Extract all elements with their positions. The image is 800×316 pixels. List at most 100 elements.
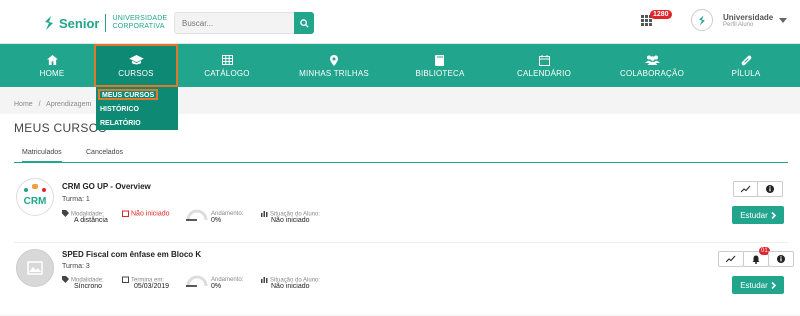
menu-item-relatorio[interactable]: RELATÓRIO — [98, 118, 143, 129]
nav-item-calendario[interactable]: CALENDÁRIO — [508, 44, 580, 87]
calendar-icon — [538, 54, 550, 66]
table-icon — [221, 55, 233, 65]
brand-subtitle: UNIVERSIDADE CORPORATIVA — [112, 15, 167, 31]
menu-item-historico[interactable]: HISTÓRICO — [98, 104, 141, 115]
search-button[interactable] — [294, 12, 314, 34]
nav-item-colaboracao[interactable]: COLABORAÇÃO — [614, 44, 690, 87]
senior-logo-icon — [45, 16, 53, 30]
tag-icon — [62, 210, 69, 217]
termina-field: Termina em: 05/03/2019 — [122, 276, 169, 290]
tab-cancelados[interactable]: Cancelados — [86, 149, 123, 156]
bell-icon — [752, 255, 760, 264]
andamento-field: Andamento: 0% — [211, 276, 243, 290]
modalidade-value: Síncrono — [74, 283, 103, 291]
nav-label: MINHAS TRILHAS — [299, 69, 369, 78]
crm-logo-icon: CRM — [19, 181, 51, 213]
notification-count-badge: 1280 — [650, 10, 672, 19]
nav-label: HOME — [39, 69, 65, 78]
nav-label: CATÁLOGO — [204, 69, 250, 78]
course-logo — [16, 249, 54, 287]
gauge-arc — [186, 209, 208, 221]
bar-chart-icon — [261, 211, 268, 217]
situacao-value: Não iniciado — [271, 283, 310, 291]
course-turma: Turma: 3 — [62, 263, 90, 270]
logo-divider — [105, 14, 107, 32]
users-icon — [644, 55, 660, 65]
brand-subtitle-line2: CORPORATIVA — [112, 23, 165, 30]
notifications-bell-button[interactable]: 01 — [743, 247, 770, 267]
breadcrumb: Home / Aprendizagem — [14, 101, 91, 108]
nav-item-catalogo[interactable]: CATÁLOGO — [195, 44, 259, 87]
situacao-field: Situação do Aluno: Não iniciado — [261, 276, 320, 290]
andamento-value: 0% — [211, 217, 222, 224]
stats-button[interactable] — [718, 251, 744, 267]
user-menu[interactable]: Universidade Perfil Aluno — [691, 9, 788, 31]
tag-icon — [62, 276, 69, 283]
nav-item-minhas-trilhas[interactable]: MINHAS TRILHAS — [292, 44, 376, 87]
book-icon — [435, 54, 444, 66]
info-icon — [766, 185, 774, 193]
brand-name: Senior — [59, 15, 100, 31]
course-turma: Turma: 1 — [62, 196, 90, 203]
study-button[interactable]: Estudar — [732, 276, 784, 294]
info-button[interactable] — [768, 251, 794, 267]
andamento-value: 0% — [211, 283, 222, 290]
brand-subtitle-line1: UNIVERSIDADE — [112, 15, 168, 22]
progress-gauge — [186, 208, 208, 221]
stats-button[interactable] — [733, 181, 759, 197]
info-button[interactable] — [757, 181, 783, 197]
course-title[interactable]: CRM GO UP - Overview — [62, 182, 151, 191]
graduation-cap-icon — [128, 55, 144, 65]
study-button[interactable]: Estudar — [732, 206, 784, 224]
calendar-icon — [122, 276, 129, 283]
user-profile: Perfil Aluno — [723, 21, 754, 28]
nav-label: COLABORAÇÃO — [620, 69, 684, 78]
nav-item-biblioteca[interactable]: BIBLIOTECA — [408, 44, 472, 87]
info-icon — [777, 255, 785, 263]
map-marker-icon — [330, 54, 338, 66]
breadcrumb-home[interactable]: Home — [14, 101, 33, 108]
nav-item-cursos[interactable]: CURSOS — [94, 44, 178, 87]
course-title[interactable]: SPED Fiscal com ênfase em Bloco K — [62, 250, 201, 259]
search-input[interactable] — [174, 12, 294, 34]
bar-chart-icon — [261, 277, 268, 283]
home-icon — [46, 55, 58, 65]
course-logo: CRM — [16, 178, 54, 216]
top-bar: Senior UNIVERSIDADE CORPORATIVA 1280 Uni — [0, 0, 800, 44]
notifications-button[interactable]: 1280 — [641, 10, 672, 26]
chevron-right-icon — [771, 211, 776, 219]
nav-label: BIBLIOTECA — [415, 69, 465, 78]
course-card: CRM CRM GO UP - Overview Turma: 1 Modali… — [14, 176, 788, 240]
chevron-right-icon — [771, 281, 776, 289]
breadcrumb-separator: / — [38, 101, 41, 108]
user-name: Universidade — [723, 12, 774, 22]
study-label: Estudar — [740, 210, 768, 220]
situacao-field: Situação do Aluno: Não iniciado — [261, 210, 320, 224]
menu-item-meus-cursos[interactable]: MEUS CURSOS — [98, 89, 159, 100]
termina-value: 05/03/2019 — [134, 283, 170, 291]
nav-label: PÍLULA — [731, 69, 761, 78]
nav-label: CALENDÁRIO — [516, 69, 571, 78]
modalidade-value: A distância — [74, 217, 108, 225]
courses-panel: MEUS CURSOS Matriculados Cancelados CRM … — [0, 114, 800, 315]
cursos-dropdown-menu: MEUS CURSOS HISTÓRICO RELATÓRIO — [96, 87, 178, 130]
calendar-icon — [122, 210, 129, 217]
tab-matriculados[interactable]: Matriculados — [22, 149, 62, 163]
crm-logo-text: CRM — [24, 196, 47, 207]
search-icon — [299, 18, 309, 28]
line-chart-icon — [726, 255, 736, 263]
progress-gauge — [186, 274, 208, 287]
nav-item-pilula[interactable]: PÍLULA — [722, 44, 770, 87]
nav-item-home[interactable]: HOME — [24, 44, 80, 87]
gauge-arc — [186, 275, 208, 287]
main-nav: HOME CURSOS CATÁLOGO MINHAS TRILHAS BIBL… — [0, 44, 800, 87]
andamento-field: Andamento: 0% — [211, 210, 243, 224]
page-title: MEUS CURSOS — [14, 121, 107, 135]
tab-bar: Matriculados Cancelados — [14, 149, 788, 163]
line-chart-icon — [741, 185, 751, 193]
brand-logo[interactable]: Senior UNIVERSIDADE CORPORATIVA — [42, 14, 167, 32]
situacao-value: Não iniciado — [271, 217, 310, 225]
search-bar — [174, 12, 314, 34]
status-value: Não iniciado — [131, 210, 170, 218]
status-field: Não iniciado — [122, 210, 170, 217]
